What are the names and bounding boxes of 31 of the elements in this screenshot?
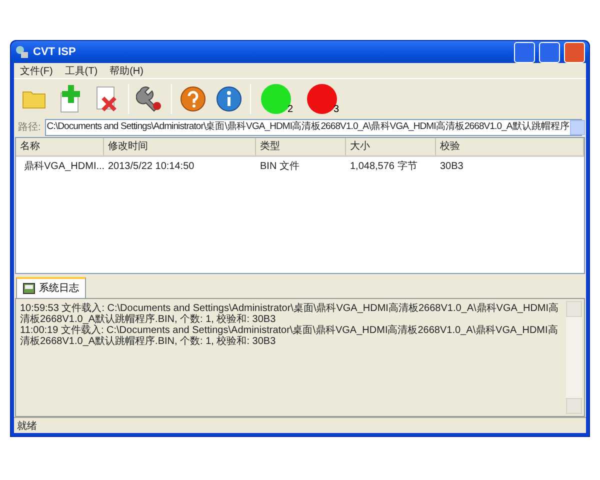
status-indicator[interactable]: 3 [307, 84, 337, 114]
table-cell-text: 30B3 [439, 160, 464, 174]
menu-item[interactable]: 文件(F) [20, 64, 53, 77]
tab[interactable]: 系统日志 [16, 277, 86, 298]
status-text: 就绪 [17, 421, 37, 432]
maximize-button[interactable] [539, 42, 560, 62]
table-cell-text: 1,048,576 字节 [349, 160, 418, 174]
menu-item[interactable]: 帮助(H) [110, 64, 144, 77]
column-header[interactable]: 修改时间 [104, 138, 256, 157]
column-header[interactable]: 名称 [16, 138, 104, 157]
log-tab-icon [23, 283, 35, 294]
file-name[interactable]: 鼎科VGA_HDMI... [24, 159, 105, 174]
indicator-label: 2 [287, 102, 293, 116]
minimize-button[interactable] [514, 42, 535, 62]
scrollbar[interactable] [566, 301, 582, 414]
app-icon [15, 45, 29, 59]
window-title: CVT ISP [33, 44, 76, 60]
path-label: 路径: [18, 121, 41, 135]
column-header[interactable]: 校验 [436, 138, 584, 157]
path-dropdown[interactable]: C:\Documents and Settings\Administrator\桌面\鼎科VGA_HDMI高清板2668V1.0_A\鼎科VGA_HDMI高清板2668V1.0_A默认跳帽程序 [44, 119, 582, 136]
indicator-label: 3 [333, 102, 339, 116]
log-text: 10:59:53 文件载入: C:\Documents and Settings\Administrator\桌面\鼎科VGA_HDMI高清板2668V1.0_A\鼎科VGA_HDMI高清板2668V1.0_A默认跳帽程序.BIN, 个数: 1, 校验和: 30B3 11:00:19 文件载入: C:\Documents and Settings\Administrator\桌面\鼎科VGA_HDMI高清板2668V1.0_A\鼎科VGA_HDMI高清板2668V1.0_A默认跳帽程序.BIN, 个数: 1, 校验和: 30B3 [19, 302, 560, 349]
menu-item[interactable]: 工具(T) [64, 64, 98, 77]
help-icon[interactable] [178, 84, 208, 114]
info-icon[interactable] [214, 84, 244, 114]
table-cell-text: BIN 文件 [259, 160, 300, 174]
column-header[interactable]: 大小 [346, 138, 436, 157]
close-button[interactable] [564, 42, 585, 62]
status-indicator[interactable]: 2 [261, 84, 291, 114]
table-cell-text: 2013/5/22 10:14:50 [107, 160, 196, 174]
column-header[interactable]: 类型 [256, 138, 346, 157]
